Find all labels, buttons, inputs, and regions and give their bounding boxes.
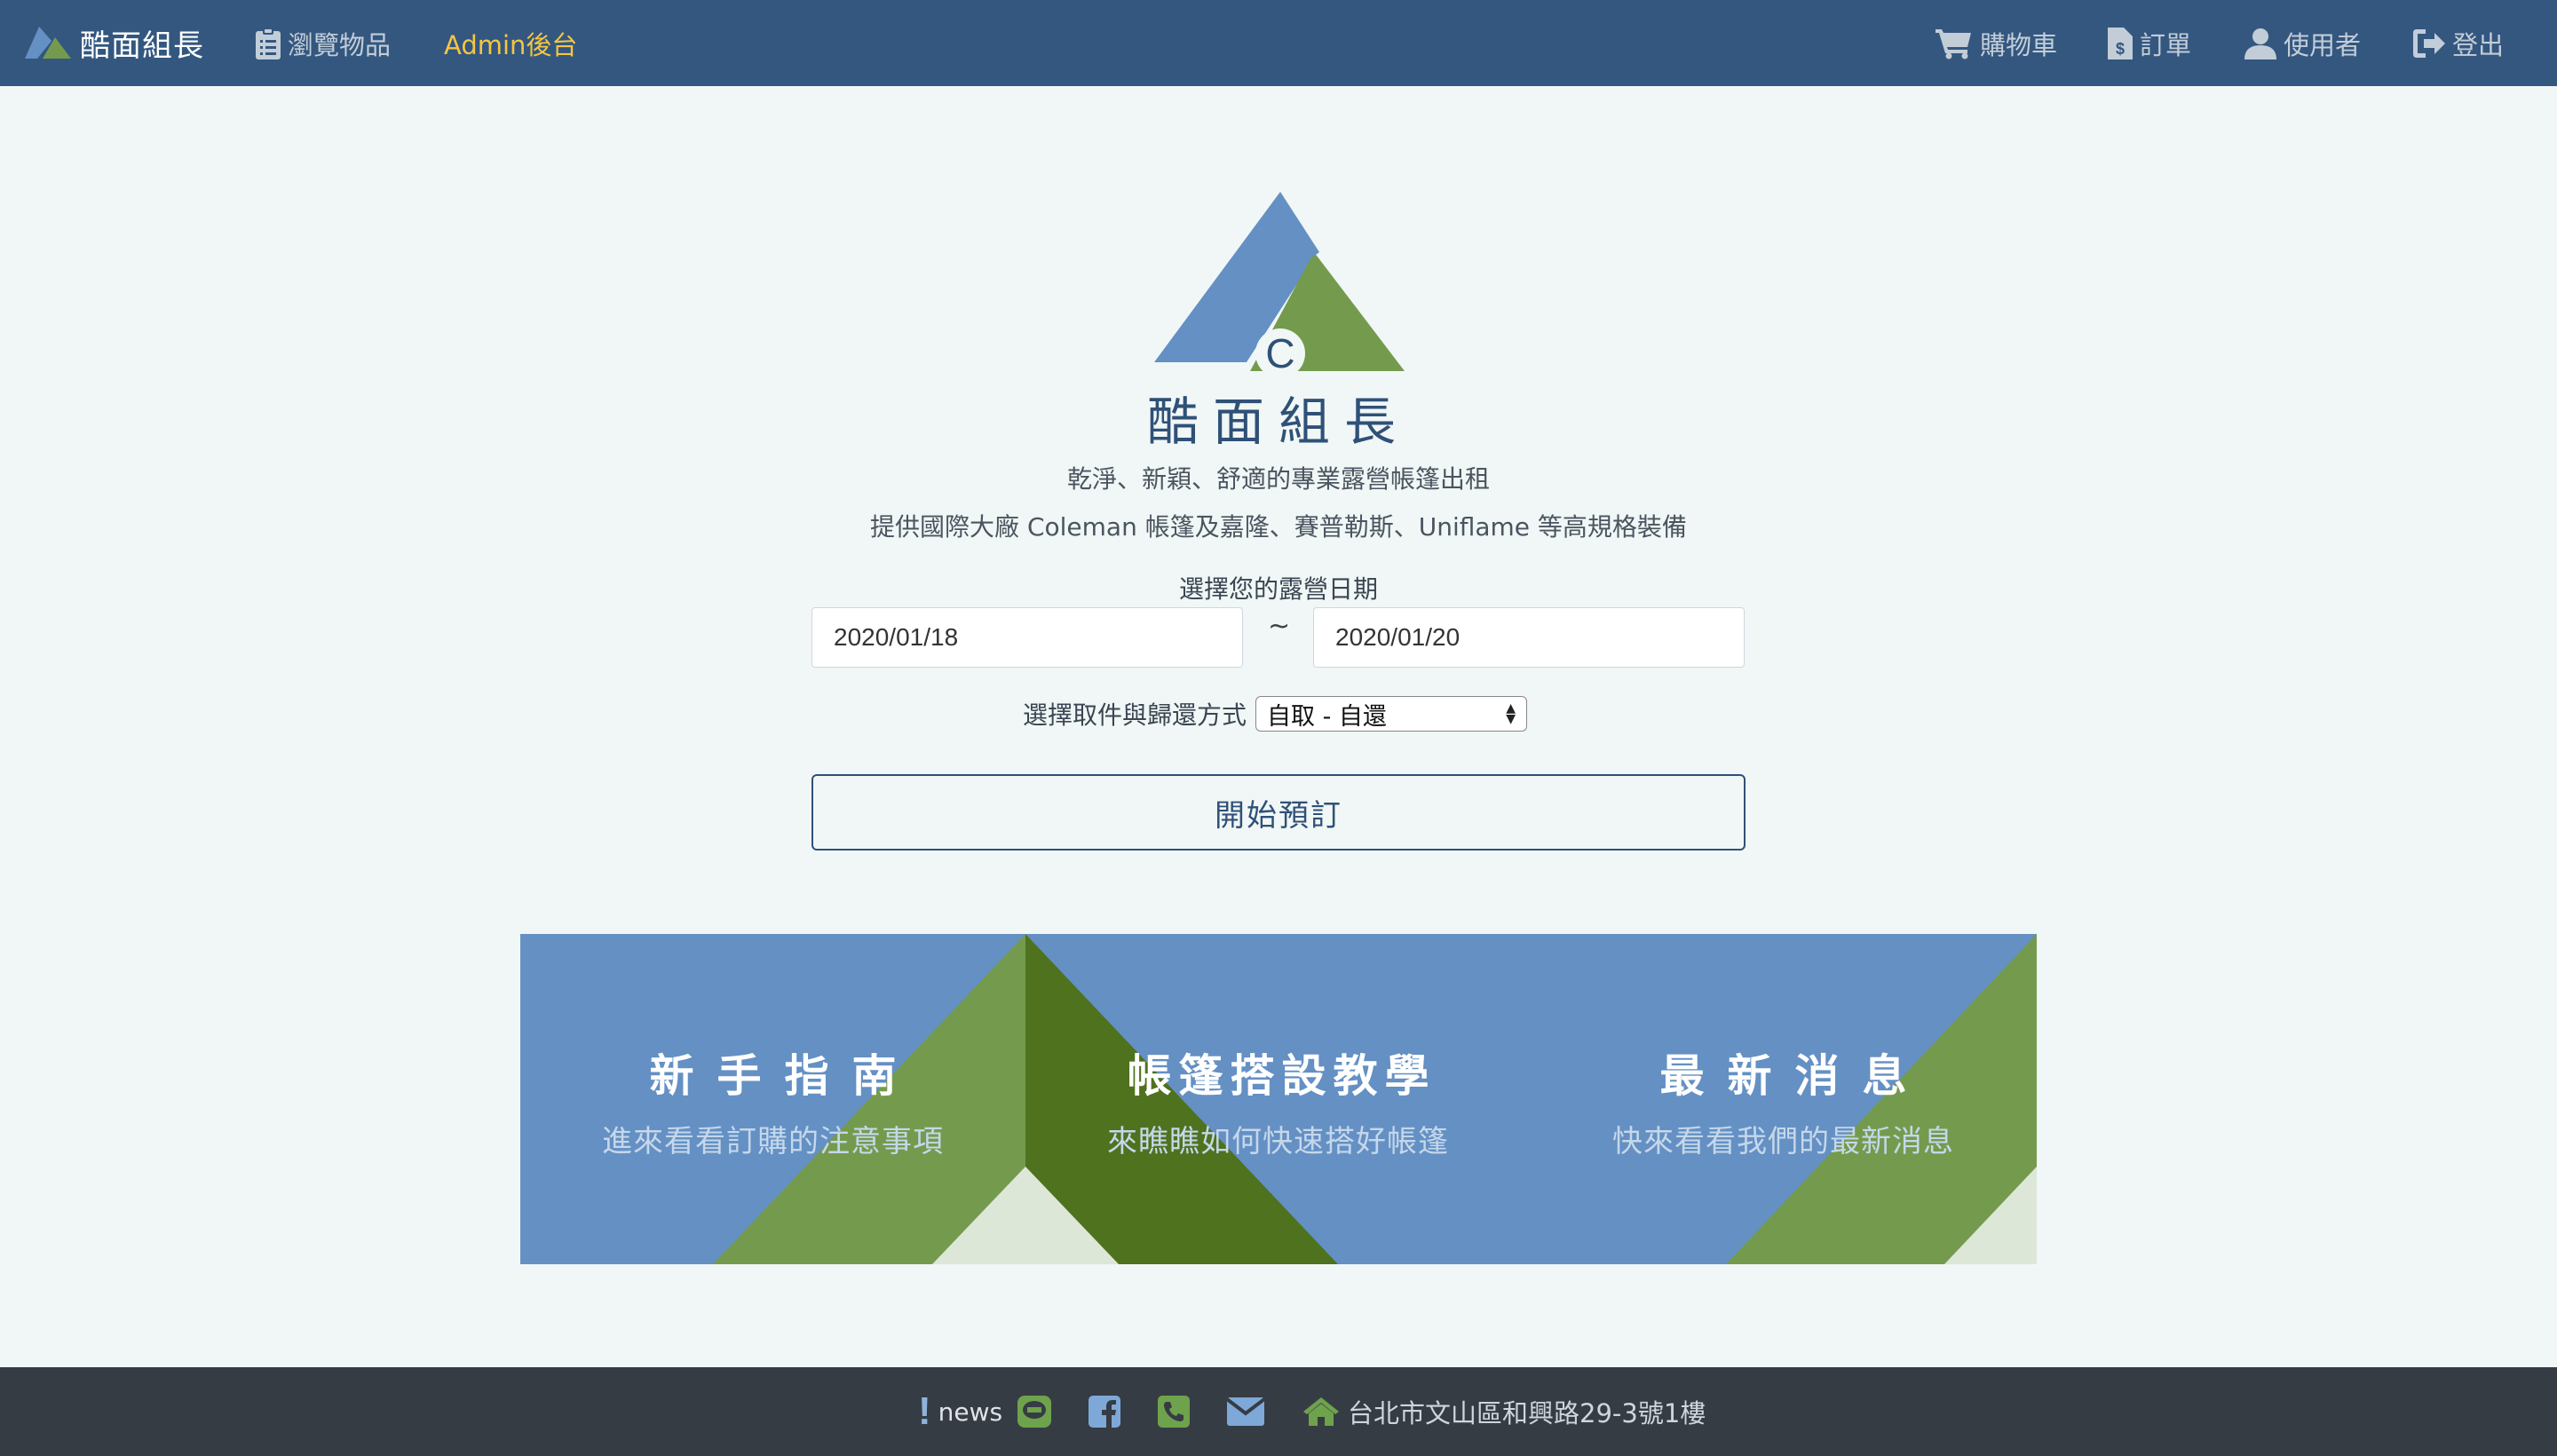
- facebook-link[interactable]: [1089, 1367, 1120, 1456]
- card-latest-news[interactable]: 最新消息 快來看看我們的最新消息: [1531, 934, 2036, 1264]
- card-tent-tutorial[interactable]: 帳篷搭設教學 來瞧瞧如何快速搭好帳篷: [1025, 934, 1531, 1264]
- hero-subtitle-1: 乾淨、新穎、舒適的專業露營帳篷出租: [1066, 464, 1490, 494]
- invoice-icon: $: [2108, 27, 2133, 59]
- mail-icon: [1227, 1397, 1264, 1426]
- method-selected-value: 自取 - 自還: [1267, 702, 1387, 731]
- logo-icon: [25, 27, 71, 59]
- card-subtitle: 快來看看我們的最新消息: [1612, 1124, 1954, 1159]
- nav-admin-link[interactable]: Admin後台: [444, 0, 577, 86]
- nav-user-link[interactable]: 使用者: [2244, 0, 2361, 86]
- nav-cart-link[interactable]: 購物車: [1936, 0, 2057, 86]
- cart-icon: [1936, 28, 1971, 59]
- method-select[interactable]: 自取 - 自還 ▲ ▼: [1255, 696, 1528, 732]
- nav-cart-label: 購物車: [1980, 29, 2058, 60]
- logo-letter: C: [1265, 330, 1294, 375]
- nav-logout-link[interactable]: 登出: [2413, 0, 2504, 86]
- feature-banner: 新手指南 進來看看訂購的注意事項 帳篷搭設教學 來瞧瞧如何快速搭好帳篷 最新消息…: [520, 934, 2037, 1264]
- facebook-icon: [1089, 1396, 1120, 1428]
- hero-logo: C: [1154, 192, 1405, 375]
- svg-text:$: $: [2116, 40, 2125, 58]
- card-title: 新手指南: [649, 1050, 920, 1102]
- footer-address-text: 台北市文山區和興路29-3號1樓: [1348, 1398, 1706, 1428]
- card-subtitle: 進來看看訂購的注意事項: [602, 1124, 944, 1159]
- line-icon: [1017, 1396, 1051, 1428]
- start-booking-button[interactable]: 開始預訂: [811, 774, 1746, 851]
- card-beginner-guide[interactable]: 新手指南 進來看看訂購的注意事項: [520, 934, 1025, 1264]
- footer: ! news 台北市文山區和興路29-3號1樓: [0, 1367, 2557, 1456]
- nav-browse-label: 瀏覽物品: [288, 29, 392, 60]
- date-separator: ~: [1268, 611, 1291, 642]
- hero-title: 酷面組長: [1146, 392, 1410, 452]
- end-date-input[interactable]: [1313, 607, 1745, 668]
- phone-link[interactable]: [1158, 1367, 1190, 1456]
- news-exclamation-icon: !: [918, 1389, 931, 1433]
- brand-name: 酷面組長: [80, 28, 204, 64]
- start-date-input[interactable]: [811, 607, 1243, 668]
- card-subtitle: 來瞧瞧如何快速搭好帳篷: [1107, 1124, 1449, 1159]
- phone-icon: [1158, 1396, 1190, 1428]
- home-icon: [1303, 1397, 1339, 1426]
- clipboard-icon: [256, 27, 281, 59]
- select-arrows-icon: ▲ ▼: [1506, 701, 1516, 726]
- nav-orders-label: 訂單: [2140, 29, 2192, 60]
- footer-news-label: news: [938, 1397, 1003, 1427]
- line-link[interactable]: [1017, 1367, 1051, 1456]
- nav-logout-label: 登出: [2452, 29, 2505, 60]
- nav-orders-link[interactable]: $ 訂單: [2108, 0, 2191, 86]
- card-title: 最新消息: [1659, 1050, 1930, 1102]
- user-icon: [2244, 28, 2276, 59]
- logout-icon: [2413, 28, 2445, 58]
- method-row: 選擇取件與歸還方式 自取 - 自還 ▲ ▼: [1023, 695, 1528, 732]
- footer-news-link[interactable]: ! news: [918, 1367, 1002, 1456]
- nav-browse-link[interactable]: 瀏覽物品: [256, 0, 391, 86]
- method-label: 選擇取件與歸還方式: [1023, 700, 1247, 730]
- card-title: 帳篷搭設教學: [1127, 1050, 1437, 1102]
- nav-brand[interactable]: 酷面組長: [25, 20, 204, 66]
- footer-address: 台北市文山區和興路29-3號1樓: [1302, 1367, 1706, 1456]
- mail-link[interactable]: [1227, 1367, 1264, 1456]
- nav-user-label: 使用者: [2284, 29, 2362, 60]
- date-label: 選擇您的露營日期: [1178, 574, 1378, 604]
- navbar: 酷面組長 瀏覽物品 Admin後台 購物車 $ 訂單 使用者 登出: [0, 0, 2557, 86]
- hero-subtitle-2: 提供國際大廠 Coleman 帳篷及嘉隆、賽普勒斯、Uniflame 等高規格裝…: [870, 512, 1687, 542]
- nav-admin-label: Admin後台: [444, 29, 578, 60]
